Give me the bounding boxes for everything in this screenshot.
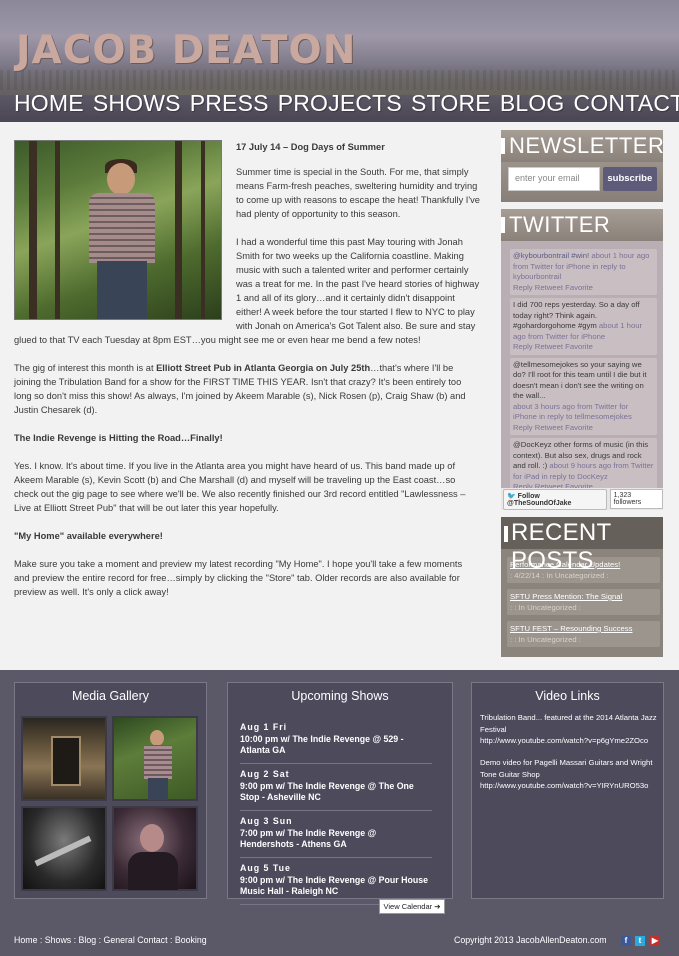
site-logo[interactable]: JACOB DEATON: [16, 28, 356, 73]
post-paragraph: Make sure you take a moment and preview …: [14, 559, 463, 597]
tweet-actions[interactable]: Reply Retweet Favorite: [513, 283, 593, 292]
show-item[interactable]: Aug 3 Sun 7:00 pm w/ The Indie Revenge @…: [240, 816, 431, 851]
video-link[interactable]: Demo video for Pagelli Massari Guitars a…: [480, 757, 657, 792]
footer-links[interactable]: Home : Shows : Blog : General Contact : …: [14, 935, 207, 945]
recent-posts-heading: RECENT POSTS: [511, 519, 612, 574]
copyright: Copyright 2013 JacobAllenDeaton.com: [454, 935, 607, 945]
video-links-panel: Video Links Tribulation Band... featured…: [471, 682, 664, 899]
recent-posts-widget: RECENT POSTS Performance Calendar Update…: [501, 517, 663, 657]
gallery-thumbnail[interactable]: [21, 716, 107, 801]
twitter-icon[interactable]: t: [635, 936, 645, 946]
tweet-item: @tellmesomejokes so your saying we do? I…: [510, 357, 657, 435]
subscribe-button[interactable]: subscribe: [602, 167, 657, 191]
post-photo: [14, 140, 222, 320]
recent-post-item: SFTU Press Mention: The Signal : : In Un…: [507, 589, 660, 615]
post-subheading: "My Home" available everywhere!: [14, 531, 163, 541]
tweet-item: I did 700 reps yesterday. So a day off t…: [510, 298, 657, 355]
recent-post-link[interactable]: SFTU Press Mention: The Signal: [510, 591, 657, 602]
follow-button[interactable]: 🐦 Follow @TheSoundOfJake: [503, 488, 607, 510]
post-subheading: The Indie Revenge is Hitting the Road…Fi…: [14, 433, 223, 443]
gallery-thumbnail[interactable]: [112, 716, 198, 801]
post-paragraph: Yes. I know. It's about time. If you liv…: [14, 461, 466, 513]
tweet-item: @DocKeyz other forms of music (in this c…: [510, 438, 657, 495]
tweet-item: @kybourbontrail #win! about 1 hour ago f…: [510, 249, 657, 295]
nav-contact[interactable]: CONTACT: [574, 90, 679, 117]
newsletter-heading: NEWSLETTER: [509, 133, 663, 158]
media-gallery-heading: Media Gallery: [71, 689, 150, 703]
email-field[interactable]: enter your email: [508, 167, 600, 191]
youtube-icon[interactable]: ▶: [650, 936, 660, 946]
blog-post: 17 July 14 – Dog Days of Summer Summer t…: [14, 140, 480, 613]
event-highlight: Elliott Street Pub in Atlanta Georgia on…: [156, 363, 371, 373]
nav-press[interactable]: PRESS: [190, 90, 269, 117]
facebook-icon[interactable]: f: [621, 936, 631, 946]
upcoming-shows-heading: Upcoming Shows: [291, 689, 389, 703]
header-divider: [0, 118, 679, 122]
nav-shows[interactable]: SHOWS: [93, 90, 181, 117]
nav-projects[interactable]: PROJECTS: [278, 90, 402, 117]
twitter-widget: TWITTER @kybourbontrail #win! about 1 ho…: [501, 209, 663, 510]
recent-post-item: SFTU FEST – Resounding Success : : In Un…: [507, 621, 660, 647]
view-calendar-button[interactable]: View Calendar ➔: [379, 899, 445, 914]
nav-blog[interactable]: BLOG: [500, 90, 565, 117]
twitter-follow-bar: 🐦 Follow @TheSoundOfJake 1,323 followers: [501, 488, 663, 510]
gallery-thumbnail[interactable]: [21, 806, 107, 891]
nav-home[interactable]: HOME: [14, 90, 84, 117]
gallery-thumbnail[interactable]: [112, 806, 198, 891]
upcoming-shows-panel: Upcoming Shows Aug 1 Fri 10:00 pm w/ The…: [227, 682, 453, 905]
nav-store[interactable]: STORE: [411, 90, 491, 117]
recent-post-link[interactable]: SFTU FEST – Resounding Success: [510, 623, 657, 634]
site-header: JACOB DEATON HOME SHOWS PRESS PROJECTS S…: [0, 0, 679, 122]
tweet-actions[interactable]: Reply Retweet Favorite: [513, 342, 593, 351]
twitter-bird-icon: 🐦: [507, 492, 516, 500]
follower-count: 1,323 followers: [609, 489, 663, 509]
header-treeline: [0, 70, 679, 90]
show-item[interactable]: Aug 2 Sat 9:00 pm w/ The Indie Revenge @…: [240, 769, 431, 804]
main-nav: HOME SHOWS PRESS PROJECTS STORE BLOG CON…: [14, 90, 679, 117]
footer: Media Gallery Upcoming Shows Aug 1 Fri 1…: [0, 670, 679, 956]
tweet-actions[interactable]: Reply Retweet Favorite: [513, 423, 593, 432]
tweet-list: @kybourbontrail #win! about 1 hour ago f…: [501, 241, 663, 507]
media-gallery-panel: Media Gallery: [14, 682, 207, 899]
video-link[interactable]: Tribulation Band... featured at the 2014…: [480, 712, 657, 747]
newsletter-widget: NEWSLETTER enter your email subscribe: [501, 130, 663, 202]
show-item[interactable]: Aug 1 Fri 10:00 pm w/ The Indie Revenge …: [240, 722, 431, 757]
post-paragraph: The gig of interest this month is at Ell…: [14, 363, 466, 415]
twitter-heading: TWITTER: [509, 212, 611, 237]
show-item[interactable]: Aug 5 Tue 9:00 pm w/ The Indie Revenge @…: [240, 863, 431, 898]
video-links-heading: Video Links: [535, 689, 600, 703]
